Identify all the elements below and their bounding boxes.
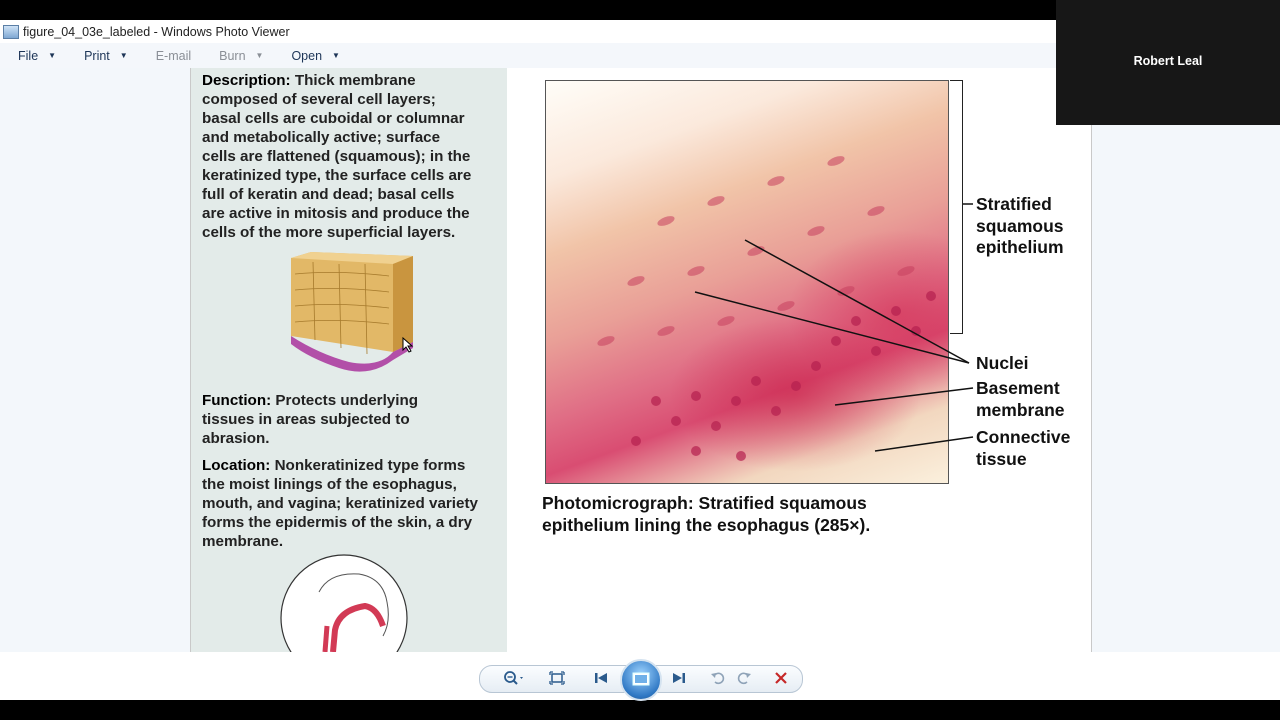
function-heading: Function: — [202, 392, 272, 409]
burn-menu[interactable]: Burn ▼ — [201, 49, 273, 63]
tissue-block-illustration — [291, 252, 414, 372]
stratified-label-line: Stratified — [976, 194, 1052, 214]
burn-menu-label: Burn — [219, 48, 246, 63]
description-line: Thick membrane — [294, 72, 416, 89]
rotate-left-icon[interactable] — [707, 669, 729, 687]
function-line: abrasion. — [202, 430, 270, 447]
email-menu[interactable]: E-mail — [138, 49, 201, 63]
rotate-right-icon[interactable] — [733, 669, 755, 687]
print-menu[interactable]: Print ▼ — [66, 49, 138, 63]
location-line: forms the epidermis of the skin, a dry — [202, 514, 473, 531]
zoom-icon[interactable] — [500, 669, 528, 687]
menu-bar: File ▼ Print ▼ E-mail Burn ▼ Open ▼ — [0, 43, 1056, 69]
description-line: basal cells are cuboidal or columnar — [202, 110, 465, 127]
image-viewport[interactable]: Description: Thick membrane composed of … — [0, 68, 1280, 652]
figure-image: Description: Thick membrane composed of … — [190, 68, 1092, 652]
previous-icon[interactable] — [590, 669, 612, 687]
location-line: Nonkeratinized type forms — [274, 457, 466, 474]
webcam-overlay: Robert Leal — [1056, 0, 1280, 125]
window-title: figure_04_03e_labeled - Windows Photo Vi… — [23, 24, 290, 39]
chevron-down-icon: ▼ — [255, 51, 264, 60]
location-line: membrane. — [202, 533, 284, 550]
chevron-down-icon: ▼ — [332, 51, 340, 60]
connective-tissue-label: Connective tissue — [976, 427, 1070, 470]
email-menu-label: E-mail — [155, 48, 192, 63]
participant-name: Robert Leal — [1133, 54, 1203, 68]
function-line: tissues in areas subjected to — [202, 411, 410, 428]
description-line: full of keratin and dead; basal cells — [202, 186, 455, 203]
basement-membrane-label: Basement membrane — [976, 378, 1065, 421]
print-menu-label: Print — [84, 48, 110, 63]
location-text: Location: Nonkeratinized type forms the … — [202, 456, 502, 551]
description-line: cells of the more superficial layers. — [202, 224, 456, 241]
caption-line: epithelium lining the esophagus (285×). — [542, 515, 871, 535]
open-menu[interactable]: Open ▼ — [273, 49, 350, 63]
photo-viewer-icon — [3, 24, 19, 39]
location-heading: Location: — [202, 457, 271, 474]
file-menu-label: File — [18, 48, 39, 63]
connective-label-line: tissue — [976, 448, 1027, 469]
location-line: the moist linings of the esophagus, — [202, 476, 457, 493]
description-text: Description: Thick membrane composed of … — [202, 71, 502, 242]
description-line: and metabolically active; surface — [202, 129, 441, 146]
chevron-down-icon: ▼ — [48, 51, 57, 60]
basement-label-line: membrane — [976, 399, 1065, 420]
figure-caption: Photomicrograph: Stratified squamous epi… — [542, 492, 870, 536]
figure-left-panel: Description: Thick membrane composed of … — [191, 68, 507, 652]
function-line: Protects underlying — [275, 392, 419, 409]
stratified-label-line: epithelium — [976, 237, 1064, 257]
location-line: mouth, and vagina; keratinized variety — [202, 495, 478, 512]
function-text: Function: Protects underlying tissues in… — [202, 391, 502, 448]
description-line: are active in mitosis and produce the — [202, 205, 470, 222]
head-profile-illustration — [280, 554, 408, 652]
description-line: cells are flattened (squamous); in the — [202, 148, 471, 165]
caption-heading: Photomicrograph: — [542, 493, 694, 513]
description-line: composed of several cell layers; — [202, 91, 436, 108]
caption-line: Stratified squamous — [698, 493, 867, 513]
epithelium-bracket — [950, 80, 963, 334]
actual-size-icon[interactable] — [546, 669, 568, 687]
delete-icon[interactable] — [770, 669, 792, 687]
basement-label-line: Basement — [976, 378, 1060, 398]
file-menu[interactable]: File ▼ — [0, 49, 66, 63]
next-icon[interactable] — [668, 669, 690, 687]
title-bar: figure_04_03e_labeled - Windows Photo Vi… — [0, 20, 1056, 43]
slideshow-icon[interactable] — [620, 659, 662, 701]
description-heading: Description: — [202, 72, 291, 89]
connective-label-line: Connective — [976, 427, 1071, 447]
nuclei-label: Nuclei — [976, 353, 1029, 373]
description-line: keratinized type, the surface cells are — [202, 167, 472, 184]
chevron-down-icon: ▼ — [119, 51, 128, 60]
stratified-label-line: squamous — [976, 215, 1064, 236]
stratified-label: Stratified squamous epithelium — [976, 194, 1064, 259]
open-menu-label: Open — [291, 48, 323, 63]
label-leader-lines — [694, 203, 974, 452]
